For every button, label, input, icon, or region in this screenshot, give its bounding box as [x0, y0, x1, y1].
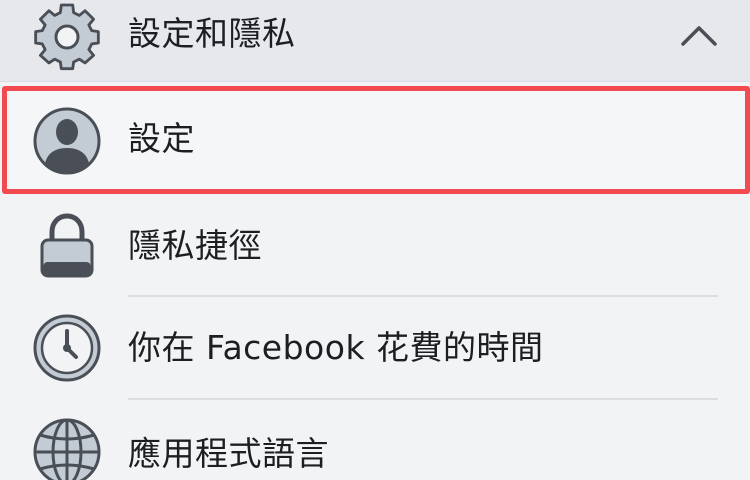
- settings-privacy-menu: 設定和隱私 設定 隱私捷徑 你在 Facebook 花費的時間 應用程式語言: [0, 0, 750, 480]
- menu-item-app-language[interactable]: 應用程式語言: [0, 400, 750, 480]
- gear-icon: [32, 2, 102, 72]
- menu-item-settings[interactable]: 設定: [0, 86, 750, 190]
- menu-item-label: 應用程式語言: [128, 434, 329, 473]
- menu-item-label: 設定: [128, 119, 195, 158]
- chevron-up-icon[interactable]: [675, 16, 723, 56]
- menu-item-privacy-shortcuts[interactable]: 隱私捷徑: [0, 190, 750, 294]
- settings-privacy-header[interactable]: 設定和隱私: [0, 0, 750, 82]
- user-profile-icon: [32, 106, 102, 176]
- globe-icon: [32, 417, 102, 480]
- menu-item-time-on-facebook[interactable]: 你在 Facebook 花費的時間: [0, 297, 750, 401]
- menu-item-label: 隱私捷徑: [128, 226, 262, 265]
- lock-icon: [32, 208, 102, 278]
- clock-icon: [32, 313, 102, 383]
- menu-item-label: 你在 Facebook 花費的時間: [128, 328, 544, 367]
- section-title: 設定和隱私: [128, 14, 296, 53]
